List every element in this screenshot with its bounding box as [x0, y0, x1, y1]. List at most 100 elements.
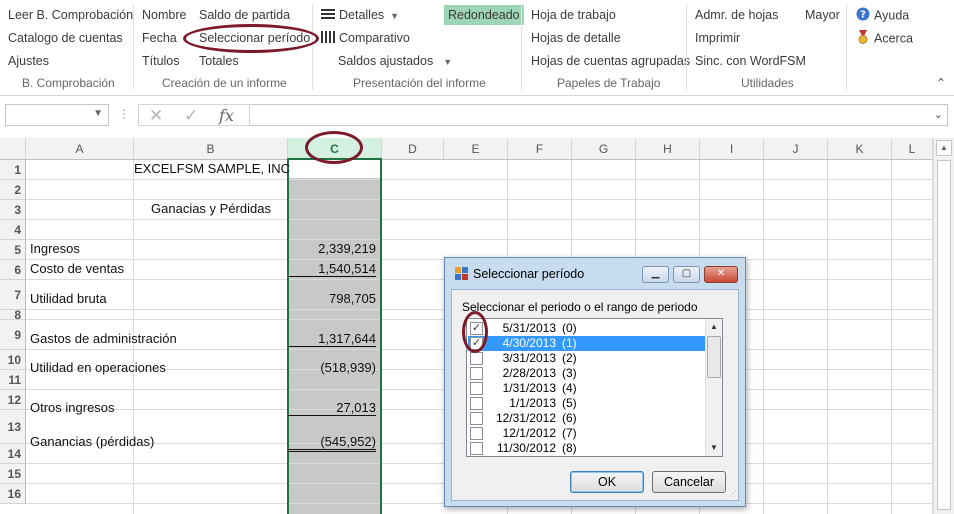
- column-header-j[interactable]: J: [764, 138, 828, 160]
- saldos-ajustados-button[interactable]: Saldos ajustados ▼: [338, 53, 452, 70]
- resize-grip-icon[interactable]: ⋰: [729, 489, 737, 498]
- redondeado-button[interactable]: Redondeado: [444, 5, 524, 25]
- titulos-button[interactable]: Títulos: [142, 53, 180, 69]
- line-label-utilidad-bruta[interactable]: Utilidad bruta: [30, 291, 107, 306]
- ayuda-button[interactable]: ? Ayuda: [856, 7, 909, 25]
- row-header-4[interactable]: 4: [0, 220, 26, 240]
- row-header-10[interactable]: 10: [0, 350, 26, 370]
- period-list[interactable]: ✓ 5/31/2013 (0) ✓ 4/30/2013 (1) 3/31/2013 (2) 2/…: [466, 318, 723, 457]
- row-header-6[interactable]: 6: [0, 260, 26, 280]
- acerca-button[interactable]: Acerca: [856, 30, 913, 48]
- fecha-button[interactable]: Fecha: [142, 30, 177, 46]
- catalogo-de-cuentas-button[interactable]: Catalogo de cuentas: [8, 30, 123, 46]
- row-header-13[interactable]: 13: [0, 410, 26, 444]
- period-checkbox[interactable]: ✓: [470, 337, 483, 350]
- period-item[interactable]: 12/1/2012 (7): [468, 426, 707, 441]
- period-checkbox[interactable]: [470, 427, 483, 440]
- leer-b-comprobacion-button[interactable]: Leer B. Comprobación: [8, 7, 133, 23]
- row-header-2[interactable]: 2: [0, 180, 26, 200]
- name-box[interactable]: ▼: [5, 104, 109, 126]
- line-value-gastos-de-administracion[interactable]: 1,317,644: [288, 331, 376, 347]
- nombre-button[interactable]: Nombre: [142, 7, 186, 23]
- sinc-con-wordfsm-button[interactable]: Sinc. con WordFSM: [695, 53, 806, 69]
- row-header-11[interactable]: 11: [0, 370, 26, 390]
- line-label-utilidad-en-operaciones[interactable]: Utilidad en operaciones: [30, 360, 166, 375]
- period-item[interactable]: ✓ 5/31/2013 (0): [468, 321, 707, 336]
- chevron-down-icon[interactable]: ⌄: [934, 108, 943, 121]
- ok-button[interactable]: OK: [570, 471, 644, 493]
- period-item[interactable]: 11/30/2012 (8): [468, 441, 707, 456]
- column-header-k[interactable]: K: [828, 138, 892, 160]
- period-item[interactable]: 1/31/2013 (4): [468, 381, 707, 396]
- column-header-b[interactable]: B: [134, 138, 288, 160]
- cancel-button[interactable]: Cancelar: [652, 471, 726, 493]
- line-label-ingresos[interactable]: Ingresos: [30, 241, 80, 256]
- column-header-h[interactable]: H: [636, 138, 700, 160]
- confirm-check-icon[interactable]: ✓: [184, 105, 198, 127]
- scroll-thumb[interactable]: [707, 336, 721, 378]
- totales-button[interactable]: Totales: [199, 53, 239, 69]
- period-checkbox[interactable]: [470, 397, 483, 410]
- minimize-button[interactable]: ▁: [642, 266, 669, 283]
- detalles-button[interactable]: Detalles ▼: [321, 7, 399, 24]
- select-all-corner[interactable]: [0, 138, 26, 160]
- line-label-otros-ingresos[interactable]: Otros ingresos: [30, 400, 115, 415]
- period-list-scrollbar[interactable]: ▲ ▼: [705, 319, 722, 456]
- row-header-9[interactable]: 9: [0, 320, 26, 350]
- line-label-ganancias-perdidas[interactable]: Ganancias (pérdidas): [30, 434, 154, 449]
- column-header-i[interactable]: I: [700, 138, 764, 160]
- column-header-g[interactable]: G: [572, 138, 636, 160]
- row-header-8[interactable]: 8: [0, 309, 26, 321]
- column-header-c[interactable]: C: [288, 138, 382, 160]
- line-label-costo-de-ventas[interactable]: Costo de ventas: [30, 261, 124, 276]
- row-header-5[interactable]: 5: [0, 240, 26, 260]
- row-header-15[interactable]: 15: [0, 464, 26, 484]
- admr-de-hojas-button[interactable]: Admr. de hojas: [695, 7, 778, 23]
- period-item[interactable]: 1/1/2013 (5): [468, 396, 707, 411]
- row-header-7[interactable]: 7: [0, 280, 26, 310]
- chevron-down-icon[interactable]: ▼: [93, 108, 103, 119]
- period-item[interactable]: 2/28/2013 (3): [468, 366, 707, 381]
- vertical-scrollbar[interactable]: ▲: [933, 138, 954, 514]
- line-value-costo-de-ventas[interactable]: 1,540,514: [288, 261, 376, 277]
- hojas-de-detalle-button[interactable]: Hojas de detalle: [531, 30, 621, 46]
- column-header-f[interactable]: F: [508, 138, 572, 160]
- column-header-a[interactable]: A: [26, 138, 134, 160]
- saldo-de-partida-button[interactable]: Saldo de partida: [199, 7, 290, 23]
- line-value-ingresos[interactable]: 2,339,219: [288, 241, 376, 256]
- mayor-button[interactable]: Mayor: [805, 7, 840, 23]
- period-item[interactable]: ✓ 4/30/2013 (1): [468, 336, 707, 351]
- row-header-16[interactable]: 16: [0, 484, 26, 504]
- cancel-x-icon[interactable]: ✕: [149, 105, 163, 127]
- imprimir-button[interactable]: Imprimir: [695, 30, 740, 46]
- maximize-button[interactable]: ▢: [673, 266, 700, 283]
- scroll-thumb[interactable]: [937, 160, 951, 510]
- report-title-cell[interactable]: Ganacias y Pérdidas: [134, 201, 288, 216]
- row-header-1[interactable]: 1: [0, 160, 26, 180]
- scroll-up-icon[interactable]: ▲: [706, 319, 722, 335]
- formula-input[interactable]: ⌄: [250, 104, 948, 126]
- period-checkbox[interactable]: [470, 442, 483, 455]
- period-checkbox[interactable]: [470, 382, 483, 395]
- line-value-utilidad-en-operaciones[interactable]: (518,939): [288, 360, 376, 375]
- row-header-12[interactable]: 12: [0, 390, 26, 410]
- column-header-l[interactable]: L: [892, 138, 933, 160]
- line-value-otros-ingresos[interactable]: 27,013: [288, 400, 376, 416]
- period-checkbox[interactable]: [470, 412, 483, 425]
- row-header-3[interactable]: 3: [0, 200, 26, 220]
- seleccionar-periodo-button[interactable]: Seleccionar período: [199, 30, 310, 46]
- dialog-title-bar[interactable]: Seleccionar período ▁ ▢ ✕: [445, 258, 745, 288]
- line-value-utilidad-bruta[interactable]: 798,705: [288, 291, 376, 306]
- period-checkbox[interactable]: ✓: [470, 322, 483, 335]
- period-checkbox[interactable]: [470, 352, 483, 365]
- line-label-gastos-de-administracion[interactable]: Gastos de administración: [30, 331, 177, 346]
- hojas-de-cuentas-agrupadas-button[interactable]: Hojas de cuentas agrupadas: [531, 53, 690, 69]
- collapse-ribbon-icon[interactable]: ⌃: [936, 76, 946, 90]
- comparativo-button[interactable]: Comparativo: [321, 30, 410, 47]
- period-item[interactable]: 12/31/2012 (6): [468, 411, 707, 426]
- column-header-d[interactable]: D: [382, 138, 444, 160]
- hoja-de-trabajo-button[interactable]: Hoja de trabajo: [531, 7, 616, 23]
- scroll-down-icon[interactable]: ▼: [706, 440, 722, 456]
- period-item[interactable]: 3/31/2013 (2): [468, 351, 707, 366]
- column-header-e[interactable]: E: [444, 138, 508, 160]
